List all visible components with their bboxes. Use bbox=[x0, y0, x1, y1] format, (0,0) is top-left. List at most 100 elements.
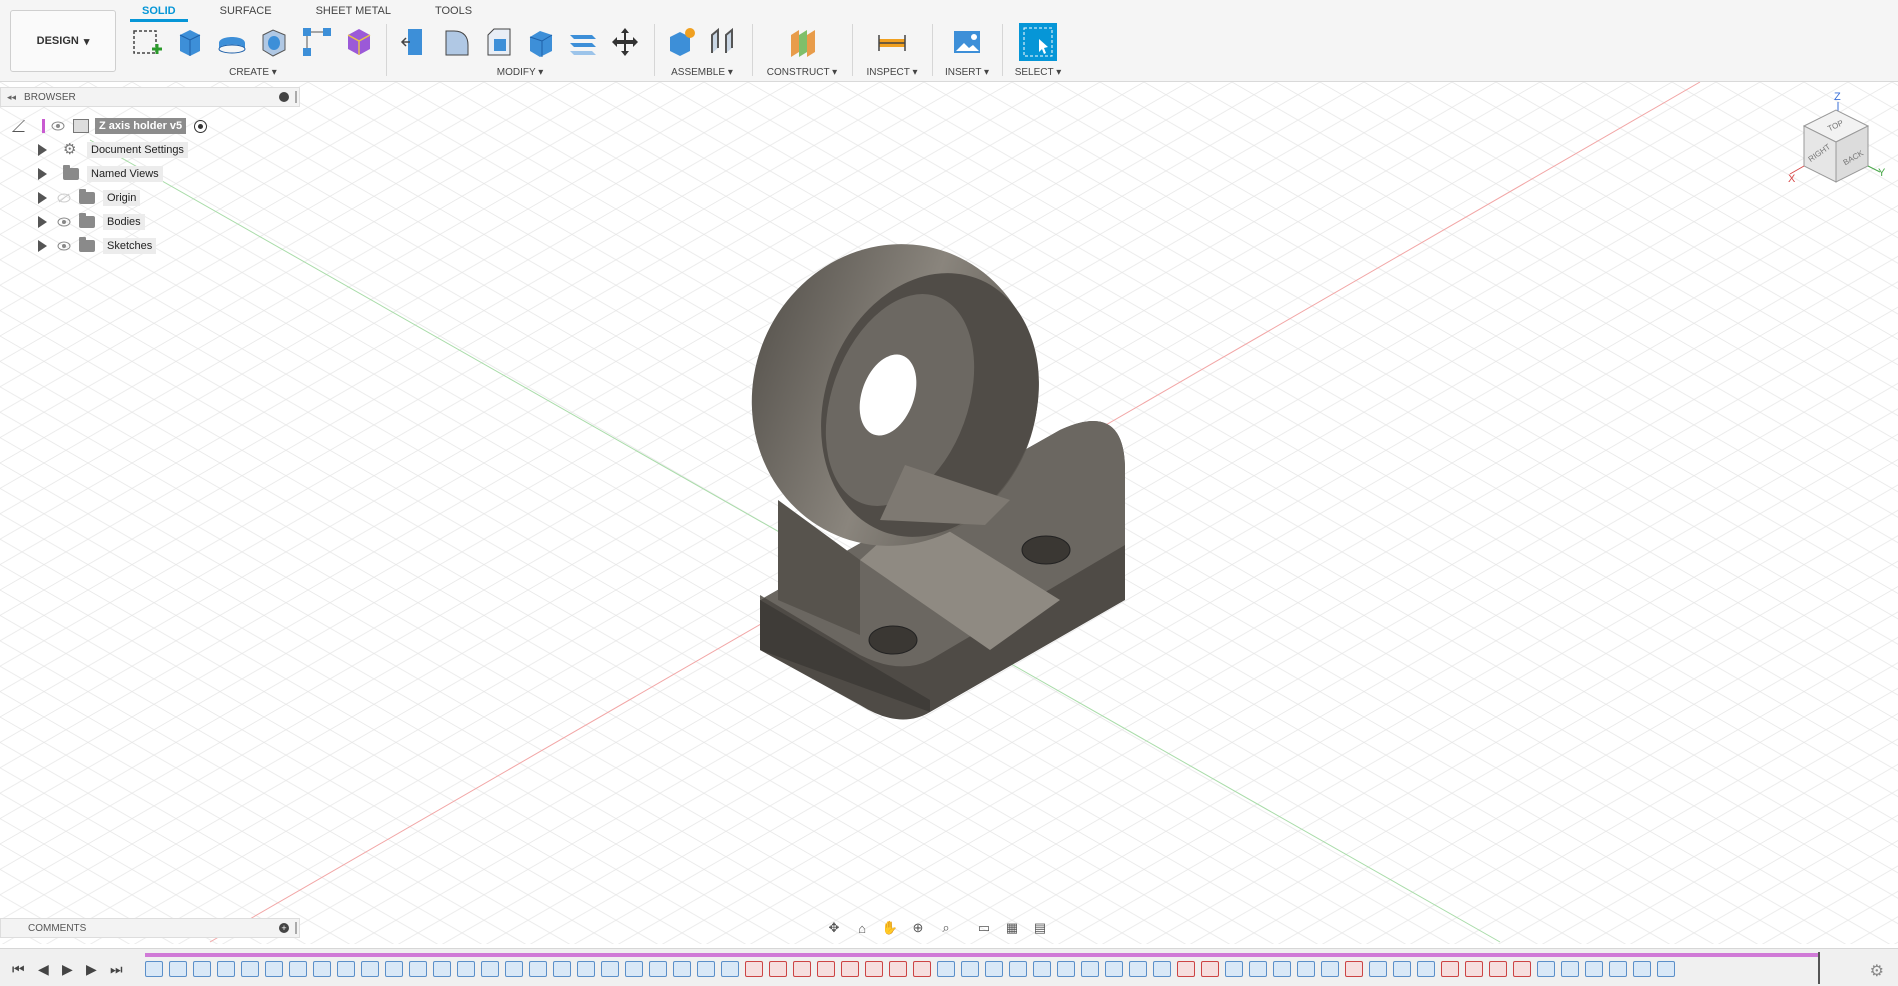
expand-arrow-icon[interactable] bbox=[38, 192, 47, 204]
timeline-feature[interactable] bbox=[937, 961, 955, 977]
timeline-feature[interactable] bbox=[361, 961, 379, 977]
add-comment-icon[interactable]: + bbox=[279, 923, 289, 933]
comments-panel[interactable]: COMMENTS + bbox=[0, 918, 300, 938]
activate-radio-icon[interactable] bbox=[194, 119, 208, 133]
timeline-feature[interactable] bbox=[769, 961, 787, 977]
tree-item-sketches[interactable]: Sketches bbox=[38, 237, 157, 255]
timeline-feature[interactable] bbox=[1393, 961, 1411, 977]
timeline-feature[interactable] bbox=[1633, 961, 1651, 977]
timeline-feature[interactable] bbox=[1297, 961, 1315, 977]
expand-arrow-icon[interactable] bbox=[38, 144, 47, 156]
timeline-feature[interactable] bbox=[913, 961, 931, 977]
combine-icon[interactable] bbox=[565, 23, 602, 61]
revolve-icon[interactable] bbox=[213, 23, 251, 61]
timeline-feature[interactable] bbox=[433, 961, 451, 977]
inspect-label[interactable]: INSPECT bbox=[867, 67, 910, 78]
insert-image-icon[interactable] bbox=[948, 23, 986, 61]
timeline-feature[interactable] bbox=[313, 961, 331, 977]
expand-arrow-icon[interactable] bbox=[38, 168, 47, 180]
fillet-icon[interactable] bbox=[438, 23, 475, 61]
timeline-feature[interactable] bbox=[1345, 961, 1363, 977]
hidden-eye-icon[interactable] bbox=[57, 193, 71, 203]
construct-label[interactable]: CONSTRUCT bbox=[767, 67, 830, 78]
root-label[interactable]: Z axis holder v5 bbox=[95, 118, 187, 134]
select-icon[interactable] bbox=[1019, 23, 1057, 61]
timeline-feature[interactable] bbox=[385, 961, 403, 977]
timeline-feature[interactable] bbox=[1489, 961, 1507, 977]
tree-item-named-views[interactable]: Named Views bbox=[38, 165, 163, 183]
timeline-feature[interactable] bbox=[409, 961, 427, 977]
grid-settings-icon[interactable]: ▦ bbox=[1000, 918, 1024, 938]
timeline-feature[interactable] bbox=[601, 961, 619, 977]
visibility-eye-icon[interactable] bbox=[57, 241, 71, 251]
step-back-icon[interactable]: ◀ bbox=[38, 961, 49, 978]
timeline-feature[interactable] bbox=[793, 961, 811, 977]
collapse-icon[interactable]: ◂◂ bbox=[7, 92, 16, 103]
zoom-icon[interactable]: ⊕ bbox=[906, 918, 930, 938]
display-settings-icon[interactable]: ▭ bbox=[972, 918, 996, 938]
pattern-icon[interactable] bbox=[298, 23, 336, 61]
timeline-marker[interactable] bbox=[1818, 952, 1820, 984]
press-pull-icon[interactable] bbox=[396, 23, 433, 61]
measure-icon[interactable] bbox=[873, 23, 911, 61]
timeline-feature[interactable] bbox=[265, 961, 283, 977]
timeline-feature[interactable] bbox=[865, 961, 883, 977]
timeline-feature[interactable] bbox=[1513, 961, 1531, 977]
timeline-feature[interactable] bbox=[889, 961, 907, 977]
timeline-feature[interactable] bbox=[721, 961, 739, 977]
timeline-feature[interactable] bbox=[1201, 961, 1219, 977]
timeline-feature[interactable] bbox=[985, 961, 1003, 977]
timeline-feature[interactable] bbox=[217, 961, 235, 977]
timeline-feature[interactable] bbox=[337, 961, 355, 977]
tree-item-origin[interactable]: Origin bbox=[38, 189, 141, 207]
create-label[interactable]: CREATE bbox=[229, 67, 269, 78]
timeline-feature[interactable] bbox=[649, 961, 667, 977]
timeline-feature[interactable] bbox=[529, 961, 547, 977]
select-label[interactable]: SELECT bbox=[1015, 67, 1054, 78]
orbit-icon[interactable]: ✥ bbox=[822, 918, 846, 938]
design-workspace-button[interactable]: DESIGN ▾ bbox=[10, 10, 116, 72]
timeline-feature[interactable] bbox=[697, 961, 715, 977]
timeline-feature[interactable] bbox=[1321, 961, 1339, 977]
timeline-feature[interactable] bbox=[1417, 961, 1435, 977]
play-icon[interactable]: ▶ bbox=[62, 961, 73, 978]
viewcube[interactable]: Z TOP RIGHT BACK X Y bbox=[1788, 88, 1888, 203]
timeline-feature[interactable] bbox=[481, 961, 499, 977]
timeline-feature[interactable] bbox=[1033, 961, 1051, 977]
tree-item-bodies[interactable]: Bodies bbox=[38, 213, 145, 231]
gear-icon[interactable]: ⚙ bbox=[1870, 961, 1884, 981]
modify-label[interactable]: MODIFY bbox=[497, 67, 536, 78]
create-sketch-icon[interactable] bbox=[128, 23, 166, 61]
go-to-start-icon[interactable]: ⏮ bbox=[12, 961, 25, 978]
go-to-end-icon[interactable]: ⏭ bbox=[110, 961, 123, 978]
minimize-icon[interactable] bbox=[279, 92, 289, 102]
timeline-feature[interactable] bbox=[193, 961, 211, 977]
timeline-feature[interactable] bbox=[1153, 961, 1171, 977]
tab-sheet-metal[interactable]: SHEET METAL bbox=[304, 2, 403, 22]
timeline-feature[interactable] bbox=[505, 961, 523, 977]
timeline-feature[interactable] bbox=[169, 961, 187, 977]
timeline-feature[interactable] bbox=[289, 961, 307, 977]
viewport-canvas[interactable] bbox=[0, 82, 1898, 944]
timeline-feature[interactable] bbox=[1081, 961, 1099, 977]
timeline-feature[interactable] bbox=[241, 961, 259, 977]
timeline-feature[interactable] bbox=[1609, 961, 1627, 977]
timeline-feature[interactable] bbox=[1105, 961, 1123, 977]
assemble-label[interactable]: ASSEMBLE bbox=[671, 67, 725, 78]
timeline-feature[interactable] bbox=[1249, 961, 1267, 977]
timeline-feature[interactable] bbox=[577, 961, 595, 977]
hole-icon[interactable] bbox=[256, 23, 294, 61]
timeline-feature[interactable] bbox=[457, 961, 475, 977]
timeline-feature[interactable] bbox=[1057, 961, 1075, 977]
timeline-feature[interactable] bbox=[1129, 961, 1147, 977]
fit-icon[interactable]: ⌕ bbox=[934, 918, 958, 938]
timeline-feature[interactable] bbox=[1537, 961, 1555, 977]
timeline-feature[interactable] bbox=[841, 961, 859, 977]
timeline-feature[interactable] bbox=[625, 961, 643, 977]
visibility-eye-icon[interactable] bbox=[57, 217, 71, 227]
form-icon[interactable] bbox=[341, 23, 379, 61]
viewports-icon[interactable]: ▤ bbox=[1028, 918, 1052, 938]
expand-arrow-icon[interactable] bbox=[38, 240, 47, 252]
look-at-icon[interactable]: ⌂ bbox=[850, 918, 874, 938]
expand-arrow-icon[interactable] bbox=[38, 216, 47, 228]
